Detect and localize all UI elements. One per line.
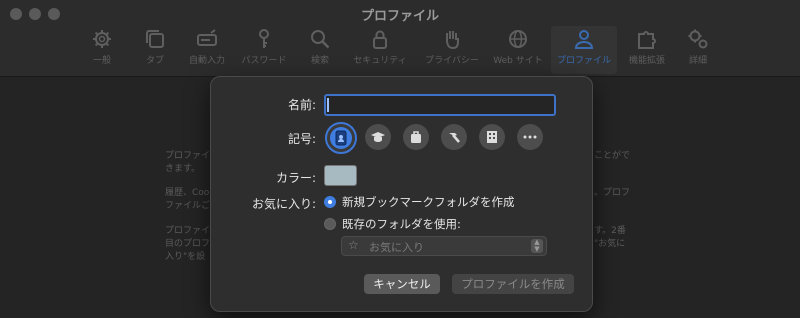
tab-autofill-label: 自動入力 — [188, 56, 225, 66]
autofill-icon — [197, 29, 217, 46]
background-text-line: プロファイ — [165, 226, 211, 236]
settings-window: プロファイル 一般 タブ 自動入力 パスワード 検索 セキュリティ プライバシー… — [0, 0, 800, 318]
tab-profiles[interactable]: プロファイル — [551, 26, 617, 74]
background-text-line: 入り"を設 — [165, 252, 206, 262]
person-icon — [574, 30, 594, 49]
hammer-icon — [449, 133, 460, 143]
tab-extensions[interactable]: 機能拡張 — [624, 26, 670, 74]
tab-tabs[interactable]: タブ — [137, 26, 173, 74]
background-text-line: す。2番 — [594, 226, 626, 236]
puzzle-icon — [638, 31, 656, 49]
create-profile-button[interactable]: プロファイルを作成 — [452, 274, 574, 294]
tab-search[interactable]: 検索 — [302, 26, 338, 74]
tabs-icon — [146, 30, 164, 48]
star-icon: ☆ — [348, 238, 359, 252]
symbol-label: 記号: — [287, 132, 316, 146]
tab-advanced-label: 詳細 — [688, 56, 707, 66]
background-text-line: ことがで — [594, 151, 631, 161]
new-folder-radio[interactable] — [324, 196, 336, 208]
color-label: カラー: — [275, 171, 316, 185]
background-text-line: "お気に — [594, 239, 626, 249]
gear-icon — [93, 30, 111, 48]
lock-icon — [373, 30, 387, 49]
background-text-line: 目のプロフ — [165, 239, 211, 249]
color-well[interactable] — [324, 165, 357, 186]
symbol-hammer[interactable] — [441, 124, 467, 150]
existing-folder-option-label[interactable]: 既存のフォルダを使用: — [342, 216, 461, 232]
background-text-line: 履歴、Coo — [165, 188, 210, 198]
title-bar: プロファイル 一般 タブ 自動入力 パスワード 検索 セキュリティ プライバシー… — [0, 0, 800, 77]
symbol-more[interactable] — [517, 124, 543, 150]
symbol-briefcase[interactable] — [403, 124, 429, 150]
search-icon — [311, 30, 330, 49]
symbol-building[interactable] — [479, 124, 505, 150]
new-profile-dialog: 名前: 記号: カラー: お気に入り: 新規ブックマークフォルダを作成 既存のフ… — [210, 76, 593, 312]
tab-general-label: 一般 — [92, 56, 111, 66]
symbol-graduation-cap[interactable] — [365, 124, 391, 150]
briefcase-icon — [411, 131, 421, 143]
folder-popup-value: お気に入り — [369, 241, 424, 254]
gears-icon — [688, 29, 708, 49]
background-text-line: プロファイ — [165, 151, 211, 161]
new-folder-option-label[interactable]: 新規ブックマークフォルダを作成 — [342, 194, 515, 210]
graduation-cap-icon — [371, 132, 385, 142]
cancel-button[interactable]: キャンセル — [364, 274, 440, 294]
background-text-line: きます。 — [165, 164, 201, 174]
tab-security-label: セキュリティ — [353, 56, 407, 66]
chevron-updown-icon: ▲ ▼ — [531, 239, 543, 253]
tab-websites[interactable]: Web サイト — [490, 26, 546, 74]
tab-advanced[interactable]: 詳細 — [680, 26, 716, 74]
more-icon — [523, 135, 537, 139]
hand-icon — [446, 31, 459, 50]
existing-folder-radio[interactable] — [324, 218, 336, 230]
profile-name-input[interactable] — [324, 94, 556, 116]
symbol-person-badge[interactable] — [325, 122, 357, 154]
tab-privacy-label: プライバシー — [425, 56, 479, 66]
tab-passwords-label: パスワード — [241, 56, 287, 66]
tab-websites-label: Web サイト — [493, 56, 543, 66]
tab-passwords[interactable]: パスワード — [238, 26, 290, 74]
tab-profiles-label: プロファイル — [556, 56, 611, 66]
building-icon — [487, 131, 497, 143]
favorites-label: お気に入り: — [251, 197, 316, 211]
tab-privacy[interactable]: プライバシー — [420, 26, 484, 74]
folder-popup[interactable]: ☆ お気に入り ▲ ▼ — [341, 236, 547, 256]
person-badge-icon — [335, 130, 347, 146]
preferences-toolbar: 一般 タブ 自動入力 パスワード 検索 セキュリティ プライバシー Web サイ… — [0, 26, 800, 74]
key-icon — [259, 29, 269, 48]
name-label: 名前: — [287, 98, 316, 112]
tab-security[interactable]: セキュリティ — [348, 26, 412, 74]
tab-general[interactable]: 一般 — [82, 26, 122, 74]
tab-tabs-label: タブ — [145, 56, 164, 66]
text-cursor — [327, 98, 329, 112]
window-title: プロファイル — [360, 9, 439, 24]
globe-icon — [509, 30, 527, 48]
tab-autofill[interactable]: 自動入力 — [184, 26, 230, 74]
background-text-line: 。プロフ — [594, 188, 631, 198]
tab-extensions-label: 機能拡張 — [628, 56, 665, 66]
tab-search-label: 検索 — [310, 56, 329, 66]
